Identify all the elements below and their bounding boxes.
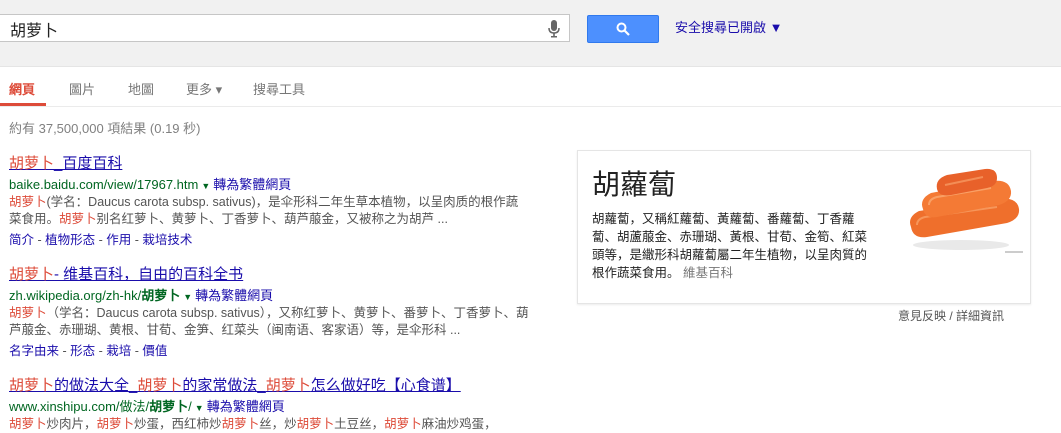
result-stats: 約有 37,500,000 項結果 (0.19 秒) — [9, 121, 201, 136]
search-result: 胡萝卜_百度百科 baike.baidu.com/view/17967.htm ▼… — [9, 152, 529, 248]
translate-link[interactable]: 轉為繁體網頁 — [195, 288, 273, 303]
search-icon — [616, 22, 630, 36]
highlighted-term: 胡萝卜 — [9, 306, 47, 320]
knowledge-panel: 胡蘿蔔 胡蘿蔔，又稱紅蘿蔔、黃蘿蔔、番蘿蔔、丁香蘿蔔、胡蘆菔金、赤珊瑚、黃根、甘… — [577, 150, 1031, 304]
snippet-text: 丝，炒 — [259, 417, 297, 431]
highlighted-term: 胡萝卜 — [9, 417, 47, 431]
tab-more[interactable]: 更多 ▾ — [186, 79, 222, 98]
highlighted-term: 胡萝卜 — [265, 377, 311, 394]
sitelink[interactable]: 作用 — [106, 233, 131, 247]
translate-link[interactable]: 轉為繁體網頁 — [213, 177, 291, 192]
highlighted-term: 胡萝卜 — [296, 417, 335, 431]
feedback-link[interactable]: 意見反映 / 詳細資訊 — [898, 307, 1004, 324]
snippet-text: 怎么做好吃【心食谱】 — [310, 377, 461, 394]
snippet-text: （学名：Daucus carota subsp. sativus），又称红萝卜、… — [9, 306, 529, 337]
knowledge-panel-title: 胡蘿蔔 — [592, 169, 677, 200]
snippet-text: 麻油炒鸡蛋， — [421, 417, 497, 431]
safesearch-toggle[interactable]: 安全搜尋已開啟 ▼ — [675, 17, 782, 36]
search-button[interactable] — [587, 15, 659, 43]
sitelink[interactable]: 形态 — [70, 344, 95, 358]
sitelink[interactable]: 栽培 — [106, 344, 131, 358]
sitelink[interactable]: 简介 — [9, 233, 34, 247]
sitelink[interactable]: 植物形态 — [45, 233, 95, 247]
sitelinks: 简介 - 植物形态 - 作用 - 栽培技术 — [9, 233, 193, 247]
source-link[interactable]: 維基百科 — [683, 266, 733, 280]
dropdown-arrow-icon[interactable]: ▼ — [183, 292, 192, 302]
snippet-text: 别名红萝卜、黄萝卜、丁香萝卜、葫芦菔金，又被称之为胡芦 ... — [96, 212, 448, 226]
highlighted-term: 胡萝卜 — [96, 417, 135, 431]
carrots-image[interactable] — [897, 159, 1025, 257]
sitelink[interactable]: 價值 — [142, 344, 167, 358]
sitelinks: 名字由来 - 形态 - 栽培 - 價值 — [9, 344, 168, 358]
microphone-icon[interactable] — [547, 20, 561, 38]
highlighted-term: 胡萝卜 — [9, 377, 55, 394]
active-tab-indicator — [0, 103, 46, 106]
tab-maps[interactable]: 地圖 — [128, 79, 154, 98]
result-url: baike.baidu.com/view/17967.htm ▼ 轉為繁體網頁 — [9, 177, 292, 192]
knowledge-panel-description: 胡蘿蔔，又稱紅蘿蔔、黃蘿蔔、番蘿蔔、丁香蘿蔔、胡蘆菔金、赤珊瑚、黃根、甘荀、金筍… — [592, 212, 868, 280]
result-title-link[interactable]: 胡萝卜_百度百科 — [9, 152, 529, 173]
translate-link[interactable]: 轉為繁體網頁 — [207, 399, 285, 414]
result-url: zh.wikipedia.org/zh-hk/胡萝卜 ▼ 轉為繁體網頁 — [9, 288, 274, 303]
search-input[interactable] — [8, 18, 532, 40]
tab-search-tools[interactable]: 搜尋工具 — [253, 79, 305, 98]
sitelink[interactable]: 名字由来 — [9, 344, 59, 358]
result-title-link[interactable]: 胡萝卜- 维基百科，自由的百科全书 — [9, 263, 529, 284]
result-title-link[interactable]: 胡萝卜的做法大全_胡萝卜的家常做法_胡萝卜怎么做好吃【心食谱】 — [9, 374, 529, 395]
snippet-text: 的家常做法_ — [182, 377, 266, 394]
tab-images[interactable]: 圖片 — [69, 79, 95, 98]
result-snippet: 胡萝卜炒肉片，胡萝卜炒蛋，西红柿炒胡萝卜丝，炒胡萝卜土豆丝，胡萝卜麻油炒鸡蛋， — [9, 416, 529, 433]
search-result: 胡萝卜- 维基百科，自由的百科全书 zh.wikipedia.org/zh-hk… — [9, 263, 529, 359]
highlighted-term: 胡萝卜 — [384, 417, 422, 431]
search-tabs: 網頁 圖片 地圖 更多 ▾ 搜尋工具 — [0, 66, 1061, 107]
search-result: 胡萝卜的做法大全_胡萝卜的家常做法_胡萝卜怎么做好吃【心食谱】 www.xins… — [9, 374, 529, 433]
dropdown-arrow-icon[interactable]: ▼ — [195, 403, 204, 413]
highlighted-term: 胡萝卜 — [137, 377, 183, 394]
snippet-text: 炒肉片， — [46, 417, 97, 431]
result-snippet: 胡萝卜（学名：Daucus carota subsp. sativus），又称红… — [9, 305, 529, 339]
result-snippet: 胡萝卜(学名：Daucus carota subsp. sativus)，是伞形… — [9, 194, 529, 228]
search-box[interactable] — [0, 14, 570, 42]
highlighted-term: 胡萝卜 — [59, 212, 97, 226]
highlighted-term: 胡萝卜 — [9, 195, 47, 209]
snippet-text: 炒蛋，西红柿炒 — [134, 417, 222, 431]
result-url: www.xinshipu.com/做法/胡萝卜/▼ 轉為繁體網頁 — [9, 399, 285, 414]
highlighted-term: 胡萝卜 — [221, 417, 260, 431]
dropdown-arrow-icon[interactable]: ▼ — [201, 181, 210, 191]
top-bar: 安全搜尋已開啟 ▼ — [0, 0, 1061, 67]
snippet-text: 土豆丝， — [334, 417, 385, 431]
sitelink[interactable]: 栽培技术 — [142, 233, 192, 247]
tab-web[interactable]: 網頁 — [9, 79, 35, 98]
snippet-text: 的做法大全_ — [54, 377, 138, 394]
